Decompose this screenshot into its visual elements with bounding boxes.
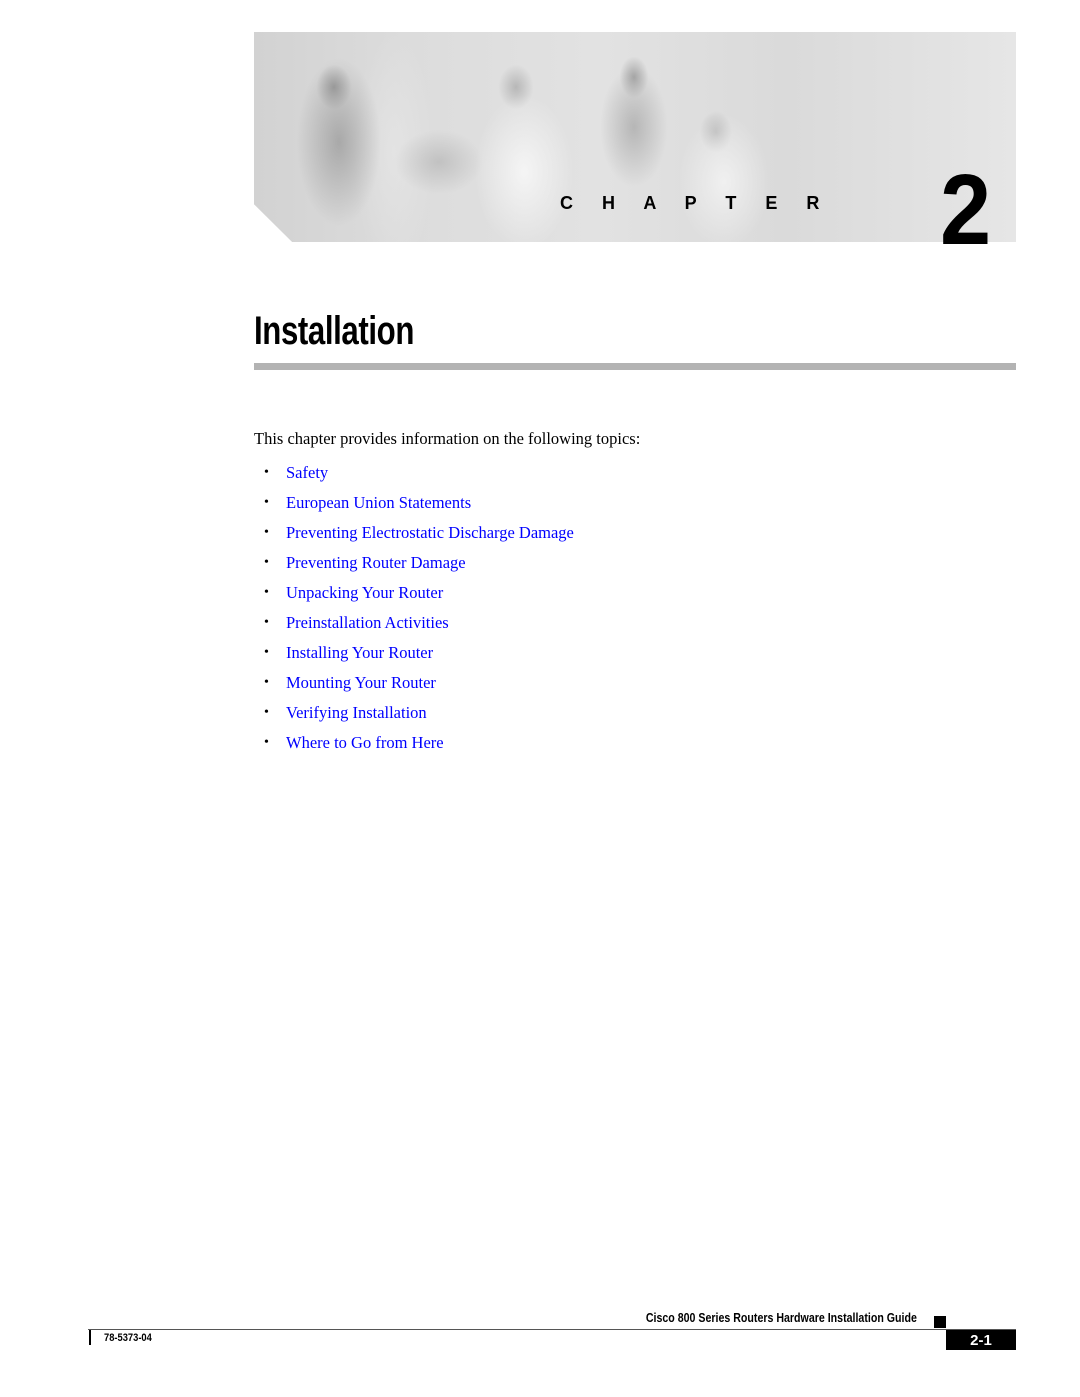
chapter-label: C H A P T E R [560,193,832,213]
footer-divider [88,1329,1016,1330]
topic-link-preventing-router-damage[interactable]: Preventing Router Damage [286,553,466,573]
footer-marker [934,1316,946,1328]
list-item: • Mounting Your Router [254,668,574,698]
topic-link-unpacking-your-router[interactable]: Unpacking Your Router [286,583,443,603]
bullet-icon: • [264,675,269,690]
footer-tick-mark [89,1330,91,1345]
topic-link-verifying-installation[interactable]: Verifying Installation [286,703,427,723]
list-item: • Installing Your Router [254,638,574,668]
bullet-icon: • [264,465,269,480]
list-item: • Preinstallation Activities [254,608,574,638]
topic-link-installing-your-router[interactable]: Installing Your Router [286,643,433,663]
page-title: Installation [254,309,415,353]
bullet-icon: • [264,585,269,600]
topic-link-mounting-your-router[interactable]: Mounting Your Router [286,673,436,693]
topic-list: • Safety • European Union Statements • Prev… [254,458,574,758]
bullet-icon: • [264,495,269,510]
list-item: • Preventing Electrostatic Discharge Dama… [254,518,574,548]
bullet-icon: • [264,705,269,720]
page-number-badge: 2-1 [946,1330,1016,1350]
topic-link-where-to-go-from-here[interactable]: Where to Go from Here [286,733,444,753]
list-item: • Preventing Router Damage [254,548,574,578]
chapter-number: 2 [940,154,992,266]
list-item: • Safety [254,458,574,488]
list-item: • Verifying Installation [254,698,574,728]
footer-doc-number: 78-5373-04 [104,1332,152,1344]
bullet-icon: • [264,525,269,540]
bullet-icon: • [264,555,269,570]
topic-link-safety[interactable]: Safety [286,463,328,483]
footer-guide-title: Cisco 800 Series Routers Hardware Instal… [645,1311,917,1325]
intro-text: This chapter provides information on the… [254,429,641,448]
title-divider [254,363,1016,370]
list-item: • Unpacking Your Router [254,578,574,608]
list-item: • European Union Statements [254,488,574,518]
topic-link-preinstallation-activities[interactable]: Preinstallation Activities [286,613,449,633]
bullet-icon: • [264,615,269,630]
topic-link-european-union-statements[interactable]: European Union Statements [286,493,471,513]
bullet-icon: • [264,735,269,750]
topic-link-preventing-esd-damage[interactable]: Preventing Electrostatic Discharge Damag… [286,523,574,543]
list-item: • Where to Go from Here [254,728,574,758]
bullet-icon: • [264,645,269,660]
